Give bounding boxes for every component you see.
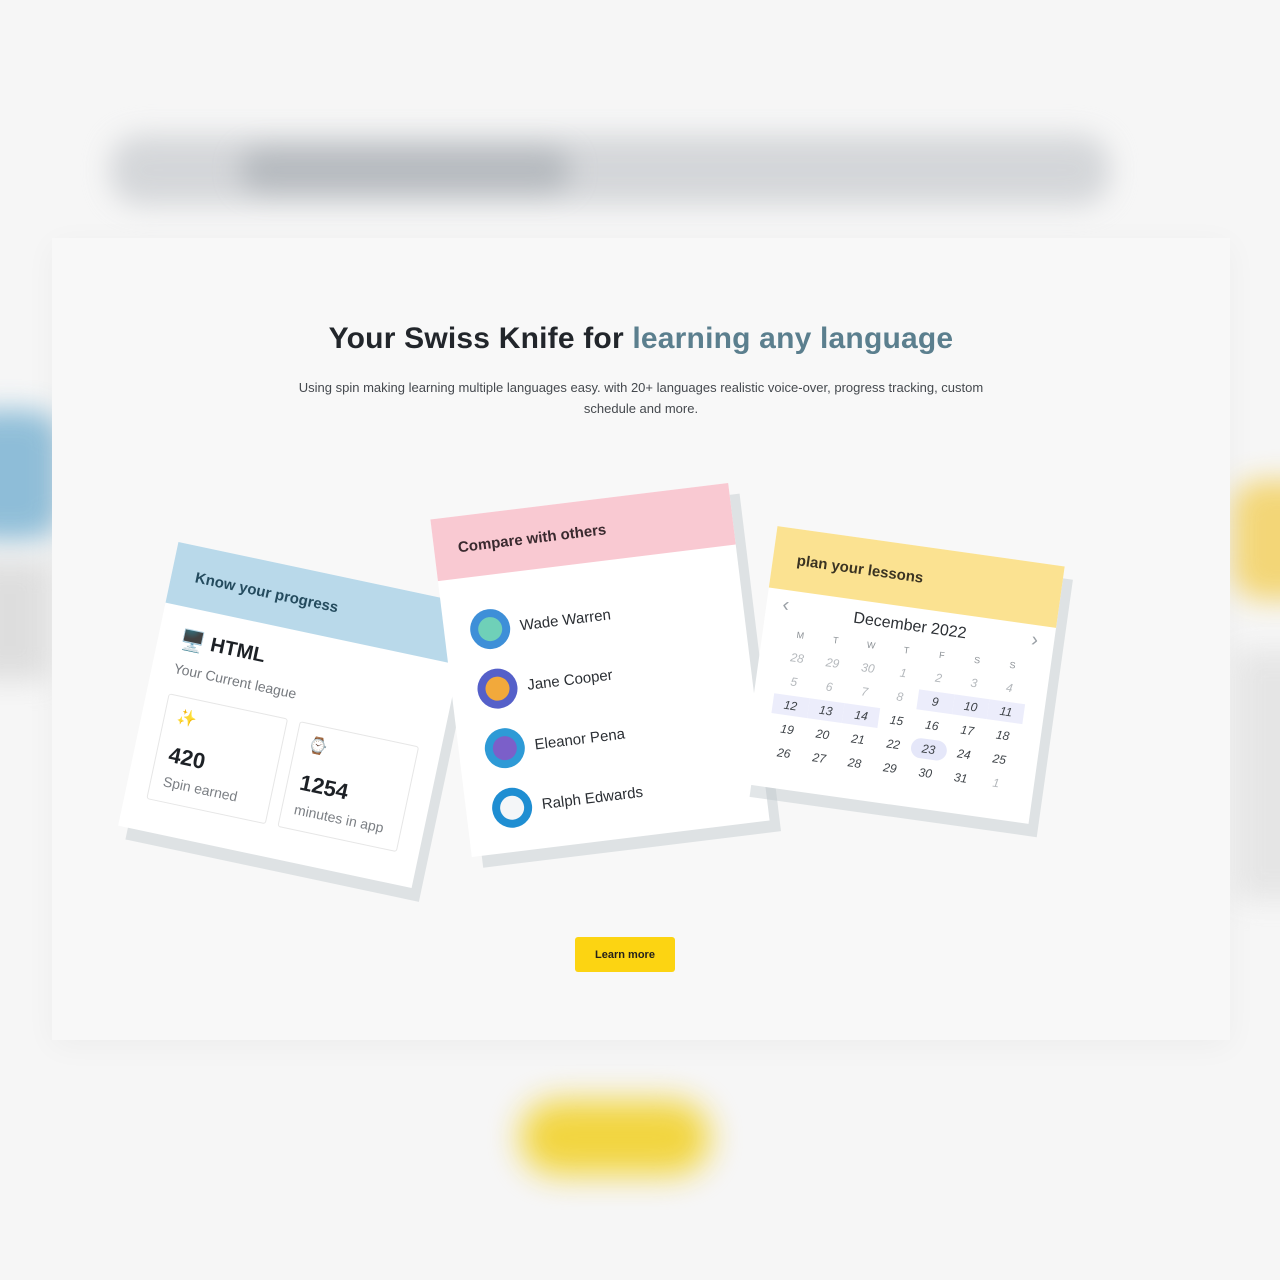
calendar-day[interactable]: 27 xyxy=(800,746,838,771)
calendar-day[interactable]: 31 xyxy=(942,766,980,791)
calendar-day[interactable]: 26 xyxy=(765,741,803,766)
weekday-label: S xyxy=(973,654,981,666)
watch-icon: ⌚ xyxy=(306,736,330,758)
calendar-day[interactable]: 9 xyxy=(916,689,955,715)
blurred-side-shape xyxy=(0,560,50,680)
compare-card: Compare with others Wade Warren Jane Coo… xyxy=(430,482,770,858)
calendar-day[interactable]: 14 xyxy=(842,703,881,728)
blurred-button xyxy=(520,1100,710,1175)
calendar-day[interactable]: 25 xyxy=(980,747,1018,772)
leaderboard-item[interactable]: Eleanor Pena xyxy=(482,714,628,771)
avatar xyxy=(489,785,535,831)
avatar xyxy=(467,606,513,652)
calendar-day[interactable]: 13 xyxy=(806,698,845,723)
calendar-day[interactable]: 19 xyxy=(768,717,806,742)
calendar-day[interactable]: 5 xyxy=(775,669,813,694)
calendar-day[interactable]: 15 xyxy=(878,708,916,733)
calendar-day[interactable]: 28 xyxy=(778,646,816,671)
league-name: HTML xyxy=(208,634,268,668)
calendar-grid: M T W T F S S 28 29 30 1 2 3 4 5 6 7 8 9… xyxy=(765,628,1031,795)
calendar-day[interactable]: 1 xyxy=(977,771,1015,796)
blurred-side-shape xyxy=(0,410,60,540)
calendar-day[interactable]: 6 xyxy=(810,674,848,699)
calendar-day[interactable]: 29 xyxy=(813,651,851,676)
calendar-day[interactable]: 11 xyxy=(986,699,1026,725)
progress-card: Know your progress 🖥️ HTML Your Current … xyxy=(118,541,472,889)
weekday-label: T xyxy=(832,634,840,646)
title-accent: learning any language xyxy=(632,322,954,355)
calendar-day[interactable]: 4 xyxy=(990,676,1028,701)
calendar-day[interactable]: 24 xyxy=(945,742,983,767)
page-subtitle: Using spin making learning multiple lang… xyxy=(298,380,984,416)
calendar-day[interactable]: 29 xyxy=(871,756,909,781)
stat-value: 1254 xyxy=(297,769,351,805)
calendar-day[interactable]: 21 xyxy=(839,727,877,752)
schedule-card: plan your lessons ‹ December 2022 › M T … xyxy=(741,526,1065,824)
weekday-label: S xyxy=(1008,659,1017,671)
calendar-day[interactable]: 18 xyxy=(984,723,1022,748)
calendar-day[interactable]: 1 xyxy=(884,661,922,686)
stat-minutes-in-app: ⌚ 1254 minutes in app xyxy=(277,721,420,853)
calendar-day[interactable]: 17 xyxy=(948,718,986,743)
avatar xyxy=(475,666,520,711)
weekday-label: W xyxy=(866,639,877,651)
calendar-day[interactable]: 10 xyxy=(951,694,990,720)
blurred-side-shape xyxy=(1235,650,1280,900)
weekday-label: F xyxy=(938,649,946,661)
calendar-day[interactable]: 30 xyxy=(906,761,944,786)
learn-more-button[interactable]: Learn more xyxy=(575,937,675,972)
avatar xyxy=(482,725,528,771)
calendar-day[interactable]: 12 xyxy=(771,693,810,719)
weekday-label: M xyxy=(795,629,805,641)
calendar-day[interactable]: 8 xyxy=(881,684,919,709)
league-caption: Your Current league xyxy=(172,660,298,702)
page-title: Your Swiss Knife for learning any langua… xyxy=(52,322,1230,356)
person-name: Ralph Edwards xyxy=(540,783,644,813)
monitor-icon: 🖥️ xyxy=(177,628,207,656)
person-name: Jane Cooper xyxy=(526,666,614,694)
stat-label: minutes in app xyxy=(292,801,386,836)
blurred-side-shape xyxy=(1232,480,1280,600)
leaderboard-item[interactable]: Wade Warren xyxy=(467,594,613,652)
stat-value: 420 xyxy=(166,741,208,775)
stat-spin-earned: ✨ 420 Spin earned xyxy=(146,693,289,825)
weekday-label: T xyxy=(903,644,910,656)
sparkles-icon: ✨ xyxy=(175,708,199,730)
calendar-day[interactable]: 2 xyxy=(920,666,958,691)
calendar-day[interactable]: 28 xyxy=(835,751,873,776)
leaderboard-item[interactable]: Jane Cooper xyxy=(475,655,615,711)
calendar-day-selected[interactable]: 23 xyxy=(909,736,948,762)
calendar-day[interactable]: 22 xyxy=(874,732,912,757)
calendar-day[interactable]: 3 xyxy=(955,671,993,696)
calendar-day[interactable]: 20 xyxy=(803,722,841,747)
person-name: Eleanor Pena xyxy=(533,725,626,753)
person-name: Wade Warren xyxy=(518,605,612,634)
leaderboard-item[interactable]: Ralph Edwards xyxy=(489,772,645,831)
calendar-day[interactable]: 16 xyxy=(913,713,951,738)
calendar-day[interactable]: 30 xyxy=(849,656,887,681)
calendar-day[interactable]: 7 xyxy=(845,679,883,704)
title-text: Your Swiss Knife for xyxy=(328,322,633,355)
stat-label: Spin earned xyxy=(161,773,239,805)
blurred-navbar-text xyxy=(240,150,570,190)
